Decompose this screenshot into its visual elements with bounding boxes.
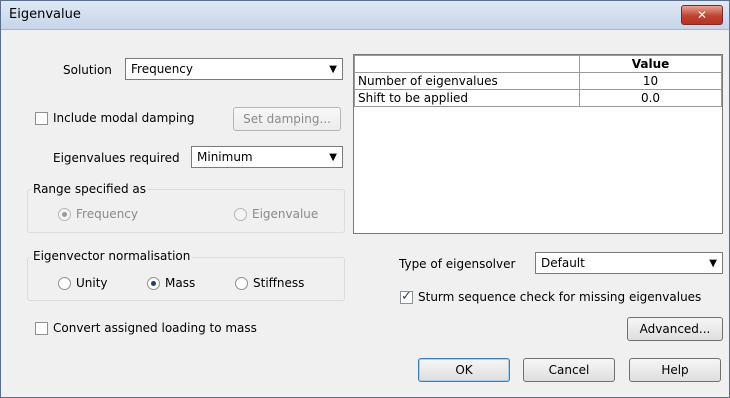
dialog-title: Eigenvalue [9,7,81,22]
range-group-title: Range specified as [31,182,149,196]
table-row[interactable]: Shift to be applied 0.0 [354,89,722,107]
ok-button[interactable]: OK [418,358,510,382]
row-name: Number of eigenvalues [354,72,580,90]
convert-loading-label: Convert assigned loading to mass [53,321,257,335]
table-header-value: Value [579,55,722,73]
normalisation-stiffness-radio[interactable] [235,277,248,290]
chevron-down-icon: ▼ [329,64,337,75]
eigenvalues-required-label: Eigenvalues required [53,151,180,165]
normalisation-stiffness-label: Stiffness [253,276,305,290]
parameter-grid[interactable]: Value Number of eigenvalues 10 Shift to … [353,54,723,234]
include-modal-damping-label: Include modal damping [53,111,195,125]
table-header-name [354,55,580,73]
sturm-check-label: Sturm sequence check for missing eigenva… [418,290,702,304]
eigensolver-label: Type of eigensolver [399,257,516,271]
normalisation-unity-label: Unity [76,276,108,290]
close-button[interactable]: ✕ [681,5,723,25]
range-frequency-radio[interactable] [58,208,71,221]
advanced-button[interactable]: Advanced... [627,317,723,341]
solution-label: Solution [63,63,112,77]
eigenvalues-required-value: Minimum [197,150,253,164]
parameter-table: Value Number of eigenvalues 10 Shift to … [354,55,722,107]
row-value-number-of-eigenvalues[interactable]: 10 [579,72,722,90]
normalisation-mass-radio[interactable] [147,277,160,290]
normalisation-mass-label: Mass [165,276,196,290]
range-frequency-label: Frequency [76,207,138,221]
help-button[interactable]: Help [629,358,721,382]
eigensolver-value: Default [541,256,585,270]
table-row[interactable]: Number of eigenvalues 10 [354,72,722,90]
set-damping-button[interactable]: Set damping... [233,107,341,131]
chevron-down-icon: ▼ [329,152,337,163]
close-icon: ✕ [696,8,708,22]
include-modal-damping-checkbox[interactable] [35,112,48,125]
range-eigenvalue-label: Eigenvalue [252,207,319,221]
range-eigenvalue-radio[interactable] [234,208,247,221]
eigenvalues-required-dropdown[interactable]: Minimum ▼ [191,146,343,168]
normalisation-unity-radio[interactable] [58,277,71,290]
normalisation-group-title: Eigenvector normalisation [31,249,193,263]
sturm-check-checkbox[interactable] [400,289,413,304]
solution-value: Frequency [131,62,193,76]
eigenvalue-dialog: Eigenvalue ✕ Solution Frequency ▼ Includ… [0,0,730,398]
row-value-shift[interactable]: 0.0 [579,89,722,107]
table-header-row: Value [354,55,722,73]
convert-loading-checkbox[interactable] [35,322,48,335]
cancel-button[interactable]: Cancel [523,358,615,382]
chevron-down-icon: ▼ [709,258,717,269]
eigensolver-dropdown[interactable]: Default ▼ [535,252,723,274]
solution-dropdown[interactable]: Frequency ▼ [125,58,343,80]
row-name: Shift to be applied [354,89,580,107]
title-bar: Eigenvalue ✕ [1,1,729,30]
